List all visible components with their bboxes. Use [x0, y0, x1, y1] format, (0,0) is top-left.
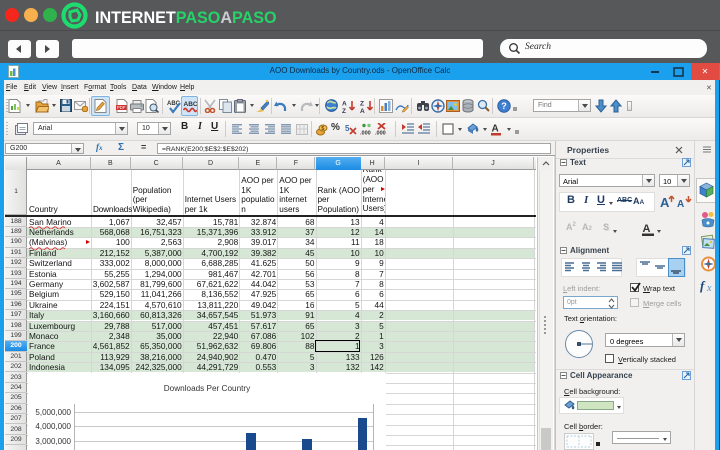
- svg-text:A: A: [342, 101, 347, 108]
- svg-text:Z: Z: [360, 101, 364, 108]
- svg-text:5: 5: [345, 124, 350, 133]
- svg-text:A: A: [643, 223, 651, 235]
- svg-text:f: f: [700, 278, 706, 293]
- svg-text:?: ?: [501, 101, 507, 111]
- svg-text:A: A: [660, 195, 670, 210]
- svg-text:ABC: ABC: [184, 101, 198, 108]
- svg-text:Z: Z: [342, 108, 346, 114]
- svg-text:A: A: [360, 108, 365, 114]
- svg-text:PDF: PDF: [117, 105, 126, 110]
- svg-text:.000: .000: [360, 131, 371, 137]
- svg-text:.000: .000: [375, 131, 386, 137]
- svg-text:$: $: [321, 126, 324, 132]
- svg-text:x: x: [706, 283, 712, 293]
- svg-text:A: A: [492, 124, 499, 135]
- svg-text:A: A: [677, 199, 684, 210]
